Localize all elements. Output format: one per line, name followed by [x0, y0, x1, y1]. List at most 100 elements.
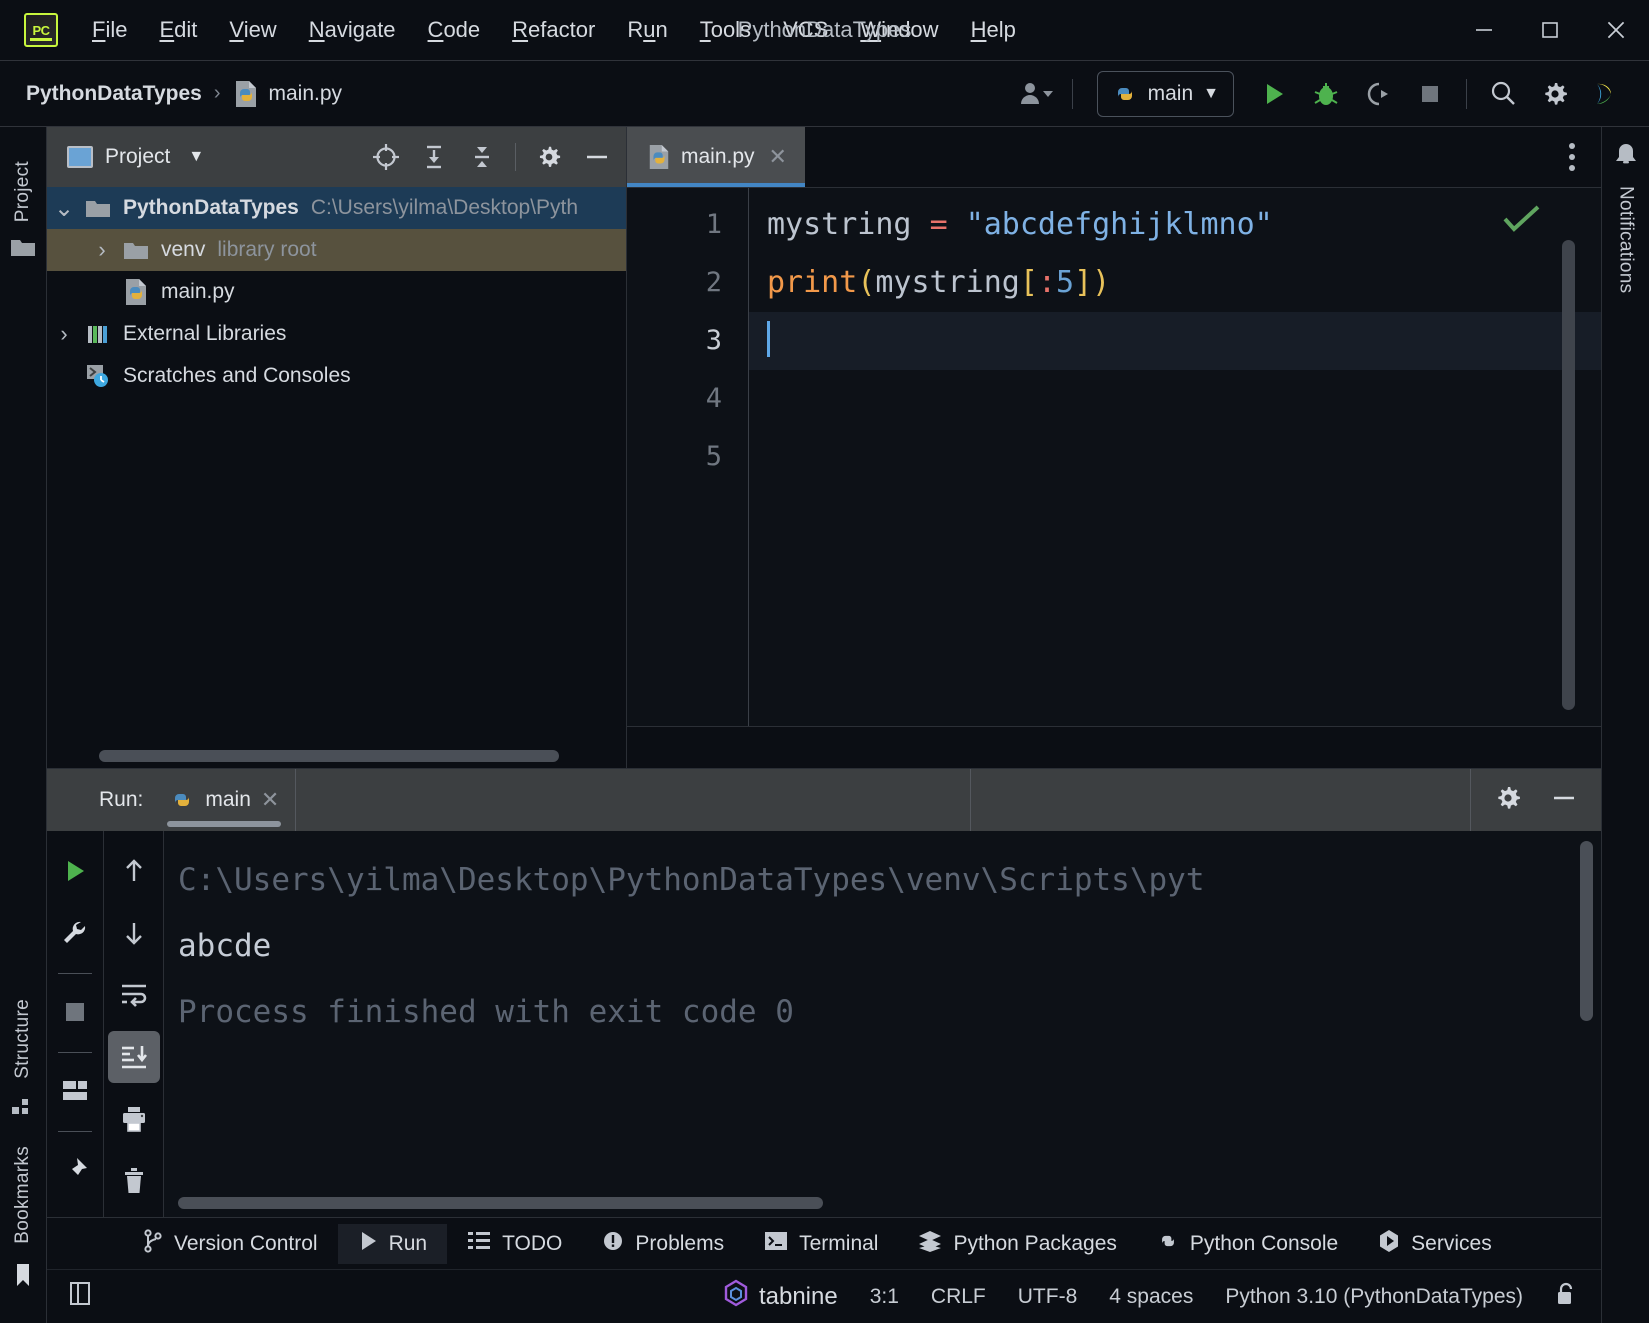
- close-icon[interactable]: ✕: [769, 144, 787, 170]
- stop-icon[interactable]: [1406, 70, 1454, 118]
- sidebar-item-project[interactable]: Project: [12, 153, 34, 230]
- indent-setting[interactable]: 4 spaces: [1109, 1285, 1193, 1309]
- menu-tools[interactable]: Tools: [684, 13, 767, 47]
- code-content[interactable]: mystring = "abcdefghijklmno" print(mystr…: [749, 188, 1601, 726]
- editor-tab-bar: main.py ✕: [627, 127, 1601, 188]
- rerun-icon[interactable]: [49, 845, 101, 897]
- unlocked-icon[interactable]: [1555, 1281, 1577, 1313]
- pin-icon[interactable]: [49, 1144, 101, 1196]
- trash-icon[interactable]: [108, 1155, 160, 1207]
- caret-position[interactable]: 3:1: [870, 1285, 899, 1309]
- ide-help-icon[interactable]: [1583, 70, 1631, 118]
- window-controls: [1451, 0, 1649, 60]
- settings-icon[interactable]: [1531, 70, 1579, 118]
- menu-code[interactable]: Code: [412, 13, 497, 47]
- code-editor[interactable]: 1 2 3 4 5 mystring = "abcdefghijklmno" p…: [627, 187, 1601, 726]
- tree-item-mainpy[interactable]: main.py: [47, 271, 626, 313]
- chevron-right-icon[interactable]: ›: [85, 237, 119, 263]
- expand-all-icon[interactable]: [411, 134, 457, 180]
- sidebar-item-structure[interactable]: Structure: [12, 991, 34, 1087]
- layout-icon[interactable]: [49, 1065, 101, 1117]
- tree-item-external-libraries[interactable]: › External Libraries: [47, 313, 626, 355]
- ok-check-icon[interactable]: [1501, 202, 1543, 241]
- tree-item-scratches-and-consoles[interactable]: Scratches and Consoles: [47, 355, 626, 397]
- project-panel-title[interactable]: Project: [105, 145, 170, 169]
- down-arrow-icon[interactable]: [108, 907, 160, 959]
- tree-item-venv[interactable]: › venv library root: [47, 229, 626, 271]
- hide-icon[interactable]: [1549, 783, 1579, 818]
- menu-refactor[interactable]: Refactor: [496, 13, 611, 47]
- maximize-icon[interactable]: [1517, 0, 1583, 61]
- folder-icon: [10, 236, 36, 263]
- breadcrumb-project[interactable]: PythonDataTypes: [26, 82, 202, 106]
- avatar-dropdown-icon[interactable]: [1012, 70, 1060, 118]
- debug-icon[interactable]: [1302, 70, 1350, 118]
- tool-window-terminal[interactable]: Terminal: [744, 1224, 898, 1264]
- toggle-tool-window-icon[interactable]: [67, 1279, 97, 1314]
- file-encoding[interactable]: UTF-8: [1018, 1285, 1078, 1309]
- menu-navigate[interactable]: Navigate: [293, 13, 412, 47]
- tool-window-python-packages[interactable]: Python Packages: [898, 1224, 1136, 1264]
- notifications-label[interactable]: Notifications: [1615, 186, 1637, 293]
- tool-window-run[interactable]: Run: [337, 1223, 448, 1264]
- run-header-tools: [1470, 769, 1601, 831]
- chevron-down-icon[interactable]: ▼: [188, 148, 204, 166]
- more-options-icon[interactable]: [1557, 135, 1587, 179]
- soft-wrap-icon[interactable]: [108, 969, 160, 1021]
- tool-window-todo[interactable]: TODO: [447, 1224, 582, 1264]
- close-icon[interactable]: [1583, 0, 1649, 61]
- menu-file[interactable]: File: [76, 13, 143, 47]
- token-paren-open: (: [857, 265, 876, 300]
- sidebar-item-bookmarks[interactable]: Bookmarks: [12, 1138, 34, 1252]
- hide-icon[interactable]: [574, 134, 620, 180]
- tree-item-pythondatatypes[interactable]: ⌄ PythonDataTypes C:\Users\yilma\Desktop…: [47, 187, 626, 229]
- tabnine-label: tabnine: [758, 1282, 838, 1310]
- up-arrow-icon[interactable]: [108, 845, 160, 897]
- settings-icon[interactable]: [526, 134, 572, 180]
- console-line-output: abcde: [178, 928, 272, 964]
- menu-window[interactable]: Window: [844, 13, 954, 47]
- menu-run[interactable]: Run: [611, 13, 683, 47]
- tabnine-indicator[interactable]: tabnine: [723, 1279, 838, 1314]
- stop-icon[interactable]: [49, 986, 101, 1038]
- close-icon[interactable]: ✕: [261, 787, 279, 813]
- folder-icon: [119, 239, 153, 261]
- run-actions-column: [47, 831, 104, 1217]
- search-everywhere-icon[interactable]: [1479, 70, 1527, 118]
- menu-help[interactable]: Help: [955, 13, 1032, 47]
- menu-vcs[interactable]: VCS: [767, 13, 844, 47]
- project-panel-tools: [363, 134, 620, 180]
- collapse-all-icon[interactable]: [459, 134, 505, 180]
- line-separator[interactable]: CRLF: [931, 1285, 986, 1309]
- run-icon[interactable]: [1250, 70, 1298, 118]
- chevron-down-icon[interactable]: ⌄: [47, 194, 81, 223]
- project-horizontal-scrollbar[interactable]: [99, 750, 559, 762]
- tool-window-services[interactable]: Services: [1358, 1223, 1512, 1265]
- editor-tab-mainpy[interactable]: main.py ✕: [627, 127, 805, 188]
- bell-icon[interactable]: [1611, 141, 1641, 176]
- console-output[interactable]: C:\Users\yilma\Desktop\PythonDataTypes\v…: [164, 831, 1601, 1217]
- tool-window-version-control[interactable]: Version Control: [123, 1223, 338, 1265]
- editor-vertical-scrollbar[interactable]: [1562, 240, 1575, 710]
- tool-window-python-console[interactable]: Python Console: [1137, 1224, 1358, 1264]
- menu-view[interactable]: View: [213, 13, 292, 47]
- breadcrumb-file[interactable]: main.py: [269, 82, 343, 106]
- locate-icon[interactable]: [363, 134, 409, 180]
- minimize-icon[interactable]: [1451, 0, 1517, 61]
- run-tab-main[interactable]: main ✕: [153, 769, 295, 831]
- code-line-3-current: [749, 312, 1601, 370]
- code-line-1: mystring = "abcdefghijklmno": [767, 196, 1601, 254]
- print-icon[interactable]: [108, 1093, 160, 1145]
- run-configuration-selector[interactable]: main ▼: [1096, 70, 1234, 117]
- scroll-to-end-icon[interactable]: [107, 1031, 160, 1083]
- coverage-icon[interactable]: [1354, 70, 1402, 118]
- settings-icon[interactable]: [1493, 783, 1523, 818]
- menu-edit[interactable]: Edit: [143, 13, 213, 47]
- console-vertical-scrollbar[interactable]: [1580, 841, 1593, 1021]
- tool-window-problems[interactable]: Problems: [582, 1224, 744, 1264]
- chevron-right-icon[interactable]: ›: [47, 321, 81, 347]
- python-interpreter[interactable]: Python 3.10 (PythonDataTypes): [1225, 1285, 1523, 1309]
- console-horizontal-scrollbar[interactable]: [178, 1197, 823, 1209]
- wrench-icon[interactable]: [49, 907, 101, 959]
- token-paren-close: ): [1092, 265, 1111, 300]
